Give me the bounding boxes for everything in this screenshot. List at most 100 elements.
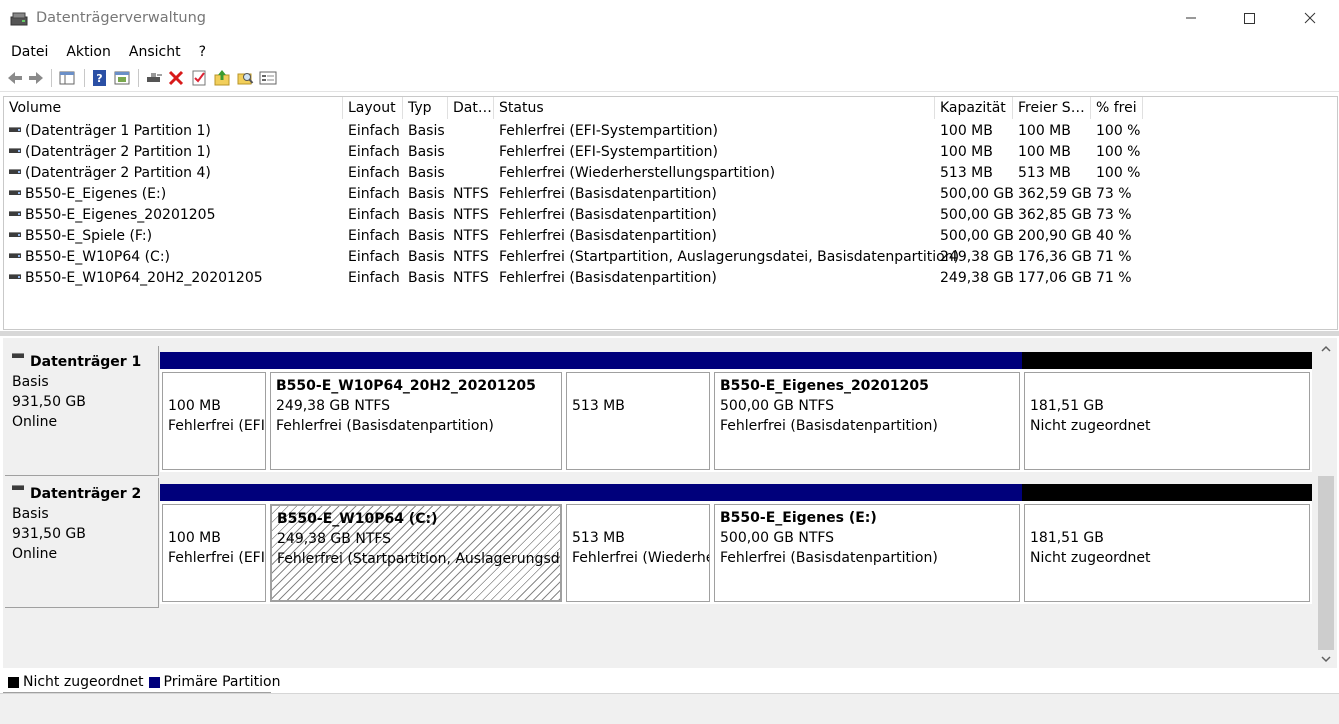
column-header-typ[interactable]: Typ [403,97,448,119]
partition-size: 513 MB [572,398,625,414]
scroll-up-icon[interactable] [1321,344,1331,354]
cell-layout: Einfach [348,226,400,247]
column-header-layout[interactable]: Layout [343,97,403,119]
disk-label[interactable]: Datenträger 1 Basis 931,50 GB Online [5,346,159,476]
connect-disk-icon[interactable] [145,69,163,87]
volume-row[interactable]: B550-E_W10P64 (C:) Einfach Basis NTFS Fehler… [4,247,1337,268]
volume-row[interactable]: B550-E_Spiele (F:) Einfach Basis NTFS Fehler… [4,226,1337,247]
scrollbar-thumb[interactable] [1318,476,1334,650]
partition-block[interactable]: 513 MB [564,352,712,472]
disk-name: Datenträger 1 [12,352,158,372]
partition-spacer [572,376,709,396]
properties-icon[interactable] [113,69,131,87]
volume-row[interactable]: B550-E_W10P64_20H2_20201205 Einfach Basis N… [4,268,1337,289]
cell-layout: Einfach [348,121,400,142]
cell-prozent-frei: 100 % [1096,121,1140,142]
cell-typ-text: Basis [408,207,445,223]
console-tree-icon[interactable] [58,69,76,87]
cell-volume: B550-E_Eigenes (E:) [9,184,166,205]
forward-arrow-icon[interactable] [27,69,45,87]
cell-kapazitaet: 500,00 GB [940,226,1014,247]
cell-typ-text: Basis [408,270,445,286]
scroll-down-icon[interactable] [1321,654,1331,664]
disk-size: 931,50 GB [12,392,158,412]
cell-layout-text: Einfach [348,207,400,223]
volume-drive-icon [9,211,21,216]
menu-datei[interactable]: Datei [4,40,55,64]
column-header-prozent-frei[interactable]: % frei [1091,97,1143,119]
column-header-freier-speicher[interactable]: Freier S… [1013,97,1091,119]
partition-spacer [168,508,265,528]
unallocated-partition[interactable]: 181,51 GB Nicht zugeordnet [1022,484,1312,604]
close-button[interactable] [1281,0,1339,36]
cell-status: Fehlerfrei (Basisdatenpartition) [499,268,717,289]
partition-block[interactable]: B550-E_W10P64 (C:) 249,38 GB NTFS Fehlerfr… [268,484,564,604]
partition-size: 181,51 GB [1030,398,1104,414]
volume-row[interactable]: B550-E_Eigenes (E:) Einfach Basis NTFS Fehle… [4,184,1337,205]
partition-status: Fehlerfrei (Basisdatenpartition) [276,418,494,434]
partition-block[interactable]: B550-E_Eigenes_20201205 500,00 GB NTFS Feh… [712,352,1022,472]
help-icon[interactable]: ? [91,69,109,87]
partition-block[interactable]: 100 MB Fehlerfrei (EFI-Systempartition) [160,352,268,472]
menu-help[interactable]: ? [192,40,213,64]
cell-typ-text: Basis [408,228,445,244]
volume-row[interactable]: (Datenträger 2 Partition 4) Einfach Basis F… [4,163,1337,184]
window-title: Datenträgerverwaltung [36,10,206,26]
partition-block[interactable]: 100 MB Fehlerfrei (EFI-Systempartition) [160,484,268,604]
volume-drive-icon [9,253,21,258]
search-folder-icon[interactable] [236,69,254,87]
volume-row[interactable]: (Datenträger 2 Partition 1) Einfach Basis F… [4,142,1337,163]
disk-drive-icon [12,485,24,490]
vertical-scrollbar[interactable] [1315,338,1337,668]
disk-label[interactable]: Datenträger 2 Basis 931,50 GB Online [5,478,159,608]
cell-prozent-frei-text: 73 % [1096,207,1132,223]
partition-block[interactable]: 513 MB Fehlerfrei (Wiederherstellungspart… [564,484,712,604]
delete-icon[interactable] [167,69,185,87]
cell-freier-speicher: 513 MB [1018,163,1071,184]
legend-label-primary: Primäre Partition [163,674,281,690]
cell-layout: Einfach [348,163,400,184]
cell-layout-text: Einfach [348,144,400,160]
cell-volume: B550-E_W10P64 (C:) [9,247,170,268]
cell-kapazitaet-text: 500,00 GB [940,228,1014,244]
cell-typ: Basis [408,205,445,226]
cell-freier-speicher: 100 MB [1018,142,1071,163]
partition-block[interactable]: B550-E_W10P64_20H2_20201205 249,38 GB NTF… [268,352,564,472]
disk-state-text: Online [12,414,58,430]
column-header-dateisystem[interactable]: Dat… [448,97,494,119]
cell-volume-text: (Datenträger 2 Partition 1) [25,144,211,160]
up-folder-icon[interactable] [213,69,231,87]
cell-kapazitaet-text: 249,38 GB [940,270,1014,286]
partition-title: B550-E_W10P64 (C:) [277,511,438,527]
menu-aktion[interactable]: Aktion [59,40,118,64]
menu-ansicht[interactable]: Ansicht [122,40,188,64]
volume-drive-icon [9,169,21,174]
volume-row[interactable]: (Datenträger 1 Partition 1) Einfach Basis F… [4,121,1337,142]
cell-layout: Einfach [348,247,400,268]
partition-title: B550-E_Eigenes_20201205 [720,378,929,394]
back-arrow-icon[interactable] [6,69,24,87]
column-header-kapazitaet[interactable]: Kapazität [935,97,1013,119]
partition-body: B550-E_W10P64_20H2_20201205 249,38 GB NTF… [270,372,562,470]
partition-color-bar [564,352,712,369]
disk-type-text: Basis [12,374,49,390]
cell-prozent-frei: 100 % [1096,142,1140,163]
cell-freier-speicher-text: 176,36 GB [1018,249,1092,265]
close-icon [1304,12,1316,24]
minimize-button[interactable] [1162,0,1220,36]
partition-spacer [168,376,265,396]
column-header-status[interactable]: Status [494,97,935,119]
cell-freier-speicher: 177,06 GB [1018,268,1092,289]
column-header-volume[interactable]: Volume [4,97,343,119]
maximize-button[interactable] [1220,0,1278,36]
cell-volume: B550-E_Eigenes_20201205 [9,205,216,226]
partition-body: B550-E_Eigenes (E:) 500,00 GB NTFS Fehlerf… [714,504,1020,602]
pane-splitter[interactable] [0,331,1339,336]
volume-row[interactable]: B550-E_Eigenes_20201205 Einfach Basis NTFS F… [4,205,1337,226]
volume-drive-icon [9,127,21,132]
disk-type: Basis [12,372,158,392]
unallocated-partition[interactable]: 181,51 GB Nicht zugeordnet [1022,352,1312,472]
checklist-icon[interactable] [190,69,208,87]
partition-block[interactable]: B550-E_Eigenes (E:) 500,00 GB NTFS Fehlerf… [712,484,1022,604]
console-view-icon[interactable] [259,69,277,87]
